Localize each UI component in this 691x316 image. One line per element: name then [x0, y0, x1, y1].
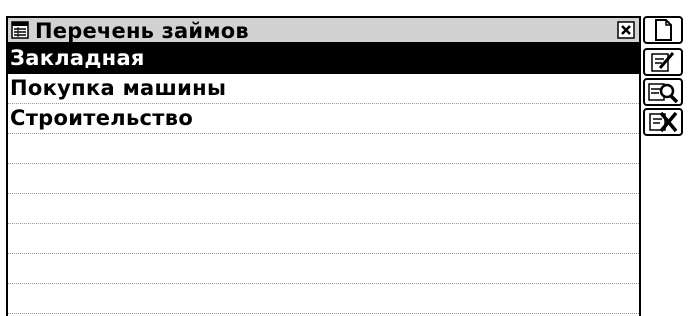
empty-row	[8, 134, 639, 164]
close-icon[interactable]	[617, 21, 635, 39]
list-item[interactable]: Покупка машины	[8, 74, 639, 104]
list-item-label: Закладная	[10, 46, 145, 70]
list-item[interactable]: Строительство	[8, 104, 639, 134]
delete-icon	[643, 108, 683, 136]
loan-list: Закладная Покупка машины Строительство	[8, 44, 639, 316]
new-document-icon	[643, 16, 683, 44]
empty-row	[8, 164, 639, 194]
window-title: Перечень займов	[35, 19, 249, 43]
window-titlebar: Перечень займов	[8, 16, 639, 44]
empty-row	[8, 224, 639, 254]
empty-row	[8, 194, 639, 224]
list-item[interactable]: Закладная	[8, 44, 639, 74]
view-search-button[interactable]	[643, 78, 683, 106]
empty-row	[8, 284, 639, 314]
new-document-button[interactable]	[643, 16, 683, 44]
edit-icon	[643, 48, 683, 76]
list-item-label: Строительство	[10, 106, 194, 130]
view-search-icon	[643, 78, 683, 106]
empty-row	[8, 254, 639, 284]
delete-button[interactable]	[643, 108, 683, 136]
list-item-label: Покупка машины	[10, 76, 227, 100]
list-window-icon	[11, 21, 29, 39]
loan-list-window: Перечень займов Закладная Покупка машины…	[6, 16, 641, 316]
edit-button[interactable]	[643, 48, 683, 76]
